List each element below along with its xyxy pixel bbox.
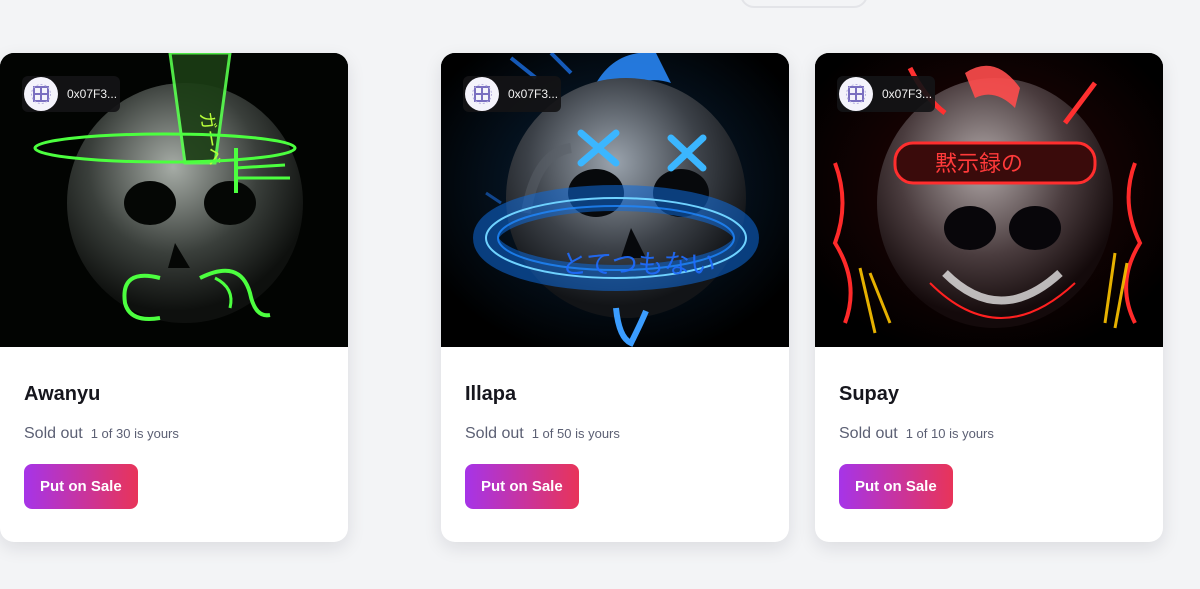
ownership-count: 1 of 30 is yours (90, 426, 179, 441)
nft-title: Awanyu (24, 383, 101, 405)
nft-title: Illapa (465, 383, 517, 405)
owner-chip[interactable]: 0x07F3... (837, 76, 935, 112)
owner-avatar-icon (465, 77, 499, 111)
put-on-sale-button[interactable]: Put on Sale (839, 464, 953, 509)
status-row: Sold out 1 of 50 is yours (465, 425, 765, 443)
sale-status: Sold out (839, 425, 898, 442)
owner-avatar-icon (839, 77, 873, 111)
top-tab-pill[interactable] (740, 0, 868, 8)
sale-status: Sold out (465, 425, 524, 442)
owner-chip[interactable]: 0x07F3... (22, 76, 120, 112)
put-on-sale-button[interactable]: Put on Sale (465, 464, 579, 509)
ownership-count: 1 of 10 is yours (905, 426, 994, 441)
nft-artwork[interactable]: ガーベ 0x07F3... (0, 53, 348, 347)
nft-card[interactable]: 黙示録の 0x07F3... Supay Sold out 1 of 10 is… (815, 53, 1163, 542)
nft-artwork[interactable]: 黙示録の 0x07F3... (815, 53, 1163, 347)
sale-status: Sold out (24, 425, 83, 442)
artwork-caption: 黙示録の (935, 152, 1023, 177)
nft-artwork[interactable]: とてつもない 0x07F3... (441, 53, 789, 347)
owner-address: 0x07F3... (67, 87, 118, 101)
put-on-sale-button[interactable]: Put on Sale (24, 464, 138, 509)
nft-title: Supay (839, 383, 900, 405)
owner-address: 0x07F3... (508, 87, 559, 101)
owner-avatar-icon (24, 77, 58, 111)
nft-card[interactable]: ガーベ 0x07F3... Awanyu Sold out 1 of 30 is… (0, 53, 348, 542)
status-row: Sold out 1 of 10 is yours (839, 425, 1139, 443)
owner-chip[interactable]: 0x07F3... (463, 76, 561, 112)
ownership-count: 1 of 50 is yours (531, 426, 620, 441)
artwork-caption: とてつもない (561, 250, 716, 280)
owner-address: 0x07F3... (882, 87, 933, 101)
nft-card[interactable]: とてつもない 0x07F3... Illapa Sold out 1 of 50… (441, 53, 789, 542)
status-row: Sold out 1 of 30 is yours (24, 425, 324, 443)
